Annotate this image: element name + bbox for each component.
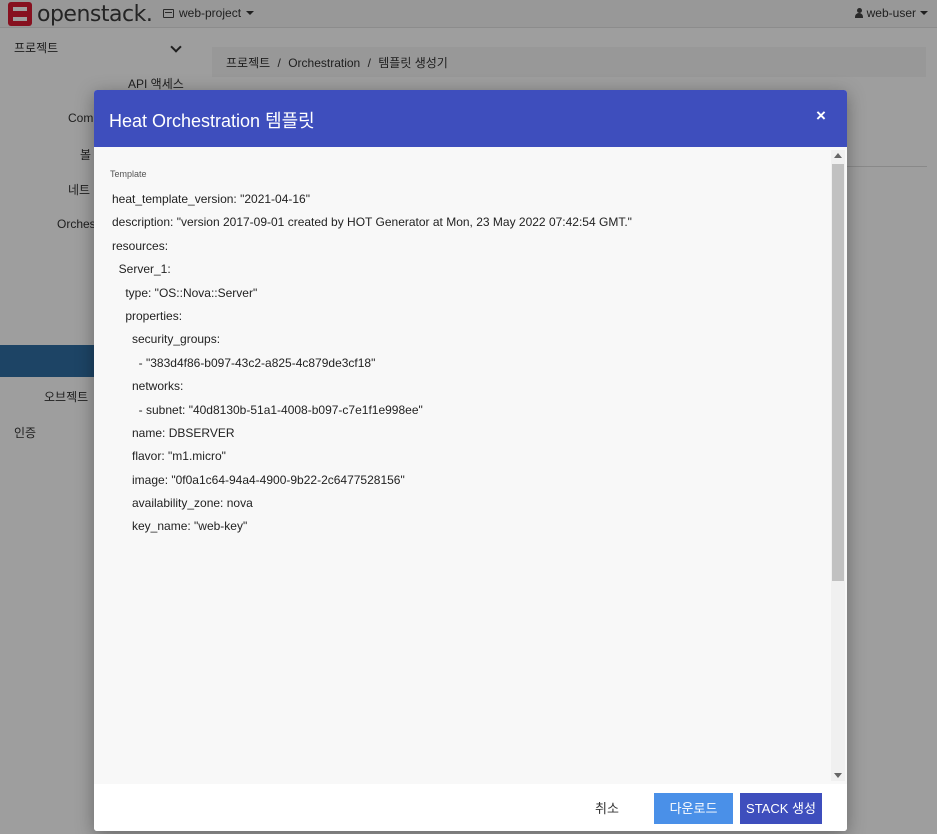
template-line: image: "0f0a1c64-94a4-4900-9b22-2c647752… — [112, 472, 405, 487]
template-line: flavor: "m1.micro" — [112, 449, 226, 464]
template-line: heat_template_version: "2021-04-16" — [112, 192, 310, 206]
template-line: - "383d4f86-b097-43c2-a825-4c879de3cf18" — [112, 355, 376, 370]
template-line: resources: — [112, 238, 169, 253]
scroll-up-arrow-icon[interactable] — [834, 153, 842, 158]
template-line: name: DBSERVER — [112, 425, 235, 440]
scroll-down-arrow-icon[interactable] — [834, 773, 842, 778]
template-line: security_groups: — [112, 332, 221, 347]
cancel-button[interactable]: 취소 — [574, 793, 640, 824]
template-label: Template — [110, 169, 147, 179]
modal-title: Heat Orchestration 템플릿 — [109, 111, 315, 131]
vertical-scrollbar[interactable] — [831, 150, 845, 781]
template-line: properties: — [112, 308, 183, 323]
modal-body: Template heat_template_version: "2021-04… — [94, 147, 847, 784]
create-stack-button[interactable]: STACK 생성 — [740, 793, 822, 824]
template-line: description: "version 2017-09-01 created… — [112, 215, 632, 230]
template-line: type: "OS::Nova::Server" — [112, 285, 258, 300]
modal-header: Heat Orchestration 템플릿 × — [94, 90, 847, 147]
template-line: networks: — [112, 379, 184, 394]
template-text[interactable]: heat_template_version: "2021-04-16" desc… — [112, 191, 824, 542]
template-line: key_name: "web-key" — [112, 519, 248, 534]
download-button[interactable]: 다운로드 — [654, 793, 733, 824]
template-line: availability_zone: nova — [112, 496, 253, 511]
modal-footer: 취소 다운로드 STACK 생성 — [94, 784, 847, 831]
template-modal: Heat Orchestration 템플릿 × Template heat_t… — [94, 90, 847, 831]
template-line: - subnet: "40d8130b-51a1-4008-b097-c7e1f… — [112, 402, 423, 417]
close-icon[interactable]: × — [814, 107, 828, 124]
template-line: Server_1: — [112, 262, 171, 277]
scrollbar-thumb[interactable] — [832, 164, 844, 581]
